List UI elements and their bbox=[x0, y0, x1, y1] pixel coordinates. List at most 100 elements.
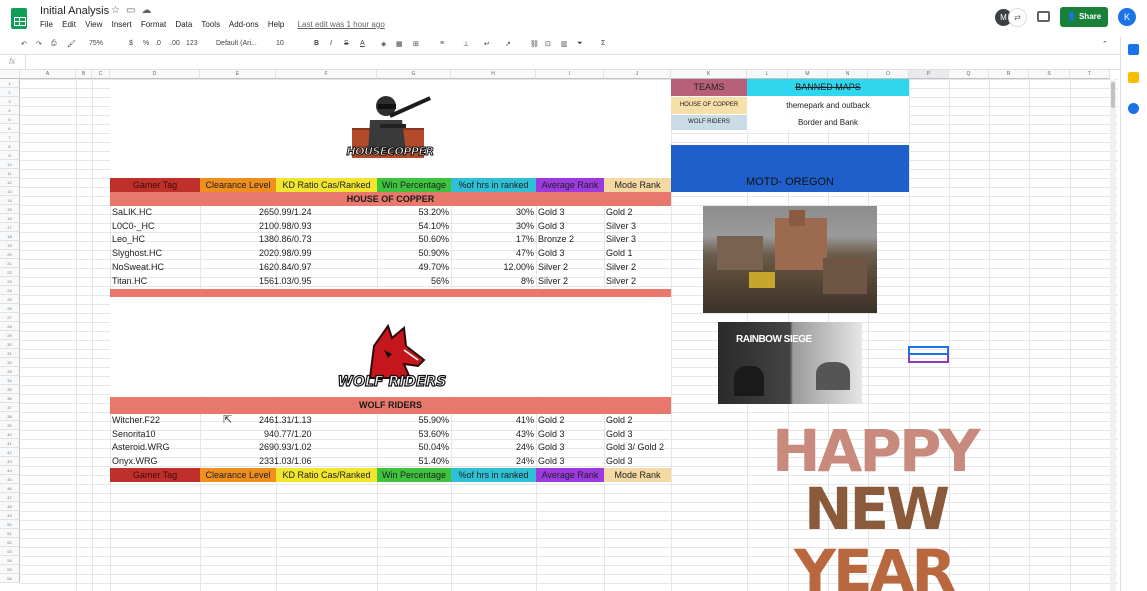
table-cell[interactable]: Witcher.F22 bbox=[112, 415, 198, 425]
table-cell[interactable]: 156 bbox=[202, 276, 274, 286]
account-avatar[interactable]: K bbox=[1118, 8, 1136, 26]
row-header[interactable]: 7 bbox=[0, 133, 20, 142]
table-cell[interactable]: Titan.HC bbox=[112, 276, 198, 286]
cloud-icon[interactable]: ☁ bbox=[141, 5, 157, 16]
table-cell[interactable]: 246 bbox=[202, 415, 274, 425]
borders-icon[interactable]: ▦ bbox=[396, 40, 403, 48]
table-cell[interactable]: 12.00% bbox=[453, 262, 534, 272]
table-cell[interactable]: Onyx.WRG bbox=[112, 456, 198, 466]
row-header[interactable]: 23 bbox=[0, 277, 20, 286]
sheets-logo-icon[interactable] bbox=[11, 8, 27, 29]
row-header[interactable]: 56 bbox=[0, 574, 20, 583]
col-header-p[interactable]: P bbox=[909, 70, 949, 79]
calendar-icon[interactable] bbox=[1128, 44, 1139, 55]
table-cell[interactable]: 1.03/1.06 bbox=[274, 456, 371, 466]
table-cell[interactable]: 0.86/0.73 bbox=[274, 234, 371, 244]
row-header[interactable]: 28 bbox=[0, 322, 20, 331]
row-header[interactable]: 48 bbox=[0, 502, 20, 511]
star-icon[interactable]: ☆ bbox=[111, 5, 126, 16]
row-header[interactable]: 49 bbox=[0, 511, 20, 520]
row-header[interactable]: 43 bbox=[0, 457, 20, 466]
row-header[interactable]: 46 bbox=[0, 484, 20, 493]
row-header[interactable]: 13 bbox=[0, 187, 20, 196]
row-header[interactable]: 55 bbox=[0, 565, 20, 574]
table-cell[interactable]: Gold 2 bbox=[606, 415, 669, 425]
row-header[interactable]: 51 bbox=[0, 529, 20, 538]
col-header-m[interactable]: M bbox=[788, 70, 828, 79]
undo-icon[interactable]: ↶ bbox=[21, 40, 27, 48]
table-cell[interactable]: 24% bbox=[453, 456, 534, 466]
table-cell[interactable]: 24% bbox=[453, 442, 534, 452]
row-header[interactable]: 29 bbox=[0, 331, 20, 340]
doc-title[interactable]: Initial Analysis bbox=[40, 5, 109, 17]
row-header[interactable]: 8 bbox=[0, 142, 20, 151]
row-header[interactable]: 17 bbox=[0, 223, 20, 232]
col-header-n[interactable]: N bbox=[828, 70, 868, 79]
table-cell[interactable]: 1.03/0.95 bbox=[274, 276, 371, 286]
table-cell[interactable]: 50.60% bbox=[379, 234, 449, 244]
row-header[interactable]: 31 bbox=[0, 349, 20, 358]
table-cell[interactable]: 269 bbox=[202, 442, 274, 452]
col-header-g[interactable]: G bbox=[377, 70, 451, 79]
zoom-select[interactable]: 75% bbox=[89, 40, 103, 47]
header-cell[interactable]: %of hrs in ranked bbox=[451, 178, 536, 192]
percent-button[interactable]: % bbox=[143, 40, 149, 47]
header-cell[interactable]: Win Percentage bbox=[377, 468, 451, 482]
table-cell[interactable]: 50.90% bbox=[379, 248, 449, 258]
header-cell[interactable]: Gamer Tag bbox=[110, 178, 200, 192]
row-header[interactable]: 16 bbox=[0, 214, 20, 223]
col-header-o[interactable]: O bbox=[868, 70, 909, 79]
table-cell[interactable]: Gold 3 bbox=[538, 442, 602, 452]
row-header[interactable]: 18 bbox=[0, 232, 20, 241]
row-header[interactable]: 11 bbox=[0, 169, 20, 178]
table-cell[interactable]: 0.98/0.99 bbox=[274, 248, 371, 258]
row-header[interactable]: 35 bbox=[0, 385, 20, 394]
row-header[interactable]: 34 bbox=[0, 376, 20, 385]
table-cell[interactable]: Silver 3 bbox=[606, 234, 669, 244]
tasks-icon[interactable] bbox=[1128, 103, 1139, 114]
comment-icon[interactable] bbox=[1037, 11, 1050, 22]
table-cell[interactable]: Leo_HC bbox=[112, 234, 198, 244]
table-cell[interactable]: SaLIK.HC bbox=[112, 207, 198, 217]
table-cell[interactable]: Gold 1 bbox=[606, 248, 669, 258]
filter-icon[interactable]: ⏷ bbox=[577, 40, 583, 48]
row-header[interactable]: 26 bbox=[0, 304, 20, 313]
present-icon[interactable]: ⇄ bbox=[1008, 8, 1027, 27]
header-cell[interactable]: Mode Rank bbox=[604, 178, 671, 192]
col-header-j[interactable]: J bbox=[604, 70, 671, 79]
header-cell[interactable]: Gamer Tag bbox=[110, 468, 200, 482]
menu-tools[interactable]: Tools bbox=[201, 20, 220, 29]
table-cell[interactable]: Gold 3 bbox=[538, 429, 602, 439]
table-cell[interactable]: 49.70% bbox=[379, 262, 449, 272]
text-color-button[interactable]: A bbox=[360, 40, 365, 47]
table-cell[interactable]: 1.31/1.13 bbox=[274, 415, 371, 425]
col-header-c[interactable]: C bbox=[92, 70, 110, 79]
row-header[interactable]: 45 bbox=[0, 475, 20, 484]
table-cell[interactable]: Senorita10 bbox=[112, 429, 198, 439]
menu-data[interactable]: Data bbox=[175, 20, 192, 29]
row-header[interactable]: 12 bbox=[0, 178, 20, 187]
row-header[interactable]: 21 bbox=[0, 259, 20, 268]
row-header[interactable]: 30 bbox=[0, 340, 20, 349]
row-header[interactable]: 22 bbox=[0, 268, 20, 277]
table-cell[interactable]: 51.40% bbox=[379, 456, 449, 466]
fill-color-icon[interactable]: ◈ bbox=[381, 40, 386, 48]
row-header[interactable]: 47 bbox=[0, 493, 20, 502]
table-cell[interactable]: Gold 3 bbox=[538, 248, 602, 258]
menu-insert[interactable]: Insert bbox=[112, 20, 132, 29]
strikethrough-button[interactable]: S bbox=[344, 40, 349, 47]
table-cell[interactable]: 30% bbox=[453, 207, 534, 217]
row-header[interactable]: 50 bbox=[0, 520, 20, 529]
table-cell[interactable]: 0.98/0.93 bbox=[274, 221, 371, 231]
row-header[interactable]: 36 bbox=[0, 394, 20, 403]
table-cell[interactable]: 55.90% bbox=[379, 415, 449, 425]
col-header-l[interactable]: L bbox=[747, 70, 788, 79]
row-header[interactable]: 37 bbox=[0, 403, 20, 412]
header-cell[interactable]: KD Ratio Cas/Ranked bbox=[276, 178, 377, 192]
table-cell[interactable]: Gold 3 bbox=[538, 221, 602, 231]
comment-insert-icon[interactable]: ⊡ bbox=[545, 40, 551, 48]
row-header[interactable]: 44 bbox=[0, 466, 20, 475]
row-header[interactable]: 5 bbox=[0, 115, 20, 124]
row-header[interactable]: 2 bbox=[0, 88, 20, 97]
row-header[interactable]: 6 bbox=[0, 124, 20, 133]
